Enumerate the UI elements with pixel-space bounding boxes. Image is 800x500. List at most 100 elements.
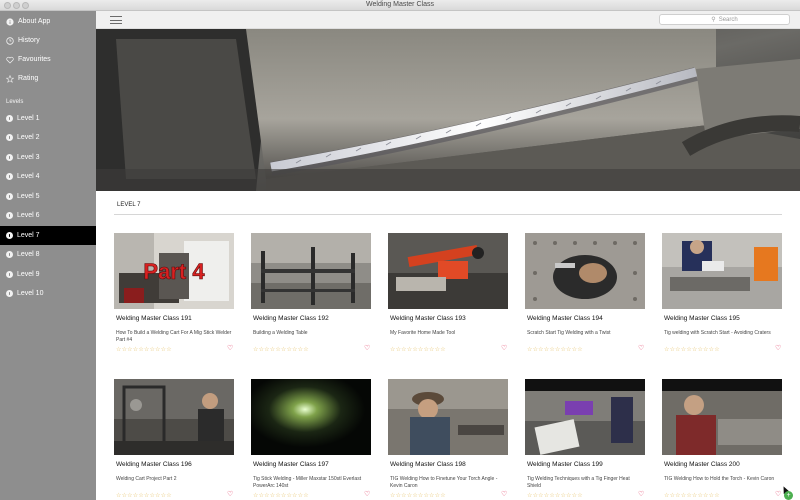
video-thumbnail[interactable] <box>662 233 782 309</box>
sidebar-item-label: Level 1 <box>17 115 40 122</box>
video-thumbnail[interactable] <box>251 233 371 309</box>
rating-stars[interactable]: ☆☆☆☆☆☆☆☆☆☆ <box>116 346 172 353</box>
rating-stars[interactable]: ☆☆☆☆☆☆☆☆☆☆ <box>116 492 172 499</box>
sidebar-item-label: Level 3 <box>17 154 40 161</box>
video-thumbnail[interactable]: Part 4 <box>114 233 234 309</box>
sidebar-item-level-2[interactable]: Level 2 <box>0 128 96 147</box>
sidebar-item-level-6[interactable]: Level 6 <box>0 206 96 225</box>
sidebar-item-label: Rating <box>18 75 39 82</box>
video-thumbnail[interactable] <box>251 379 371 455</box>
rating-stars[interactable]: ☆☆☆☆☆☆☆☆☆☆ <box>253 492 309 499</box>
card-description: Scratch Start Tig Welding with a Twist <box>527 330 611 336</box>
favourite-heart-icon[interactable]: ♡ <box>775 490 781 498</box>
sidebar: About App History Favourites Rating Leve… <box>0 11 96 500</box>
favourite-heart-icon[interactable]: ♡ <box>364 344 370 352</box>
card-title: Welding Master Class 198 <box>390 461 466 468</box>
sidebar-item-rating[interactable]: Rating <box>0 69 96 88</box>
card-title: Welding Master Class 197 <box>253 461 329 468</box>
hero-banner-image <box>96 29 800 191</box>
video-thumbnail[interactable] <box>525 233 645 309</box>
toolbar: ⚲ Search <box>96 11 800 29</box>
section-title: LEVEL 7 <box>117 202 141 208</box>
rating-stars[interactable]: ☆☆☆☆☆☆☆☆☆☆ <box>664 492 720 499</box>
level-icon <box>6 173 13 180</box>
sidebar-item-level-4[interactable]: Level 4 <box>0 167 96 186</box>
video-thumbnail[interactable] <box>388 233 508 309</box>
card-title: Welding Master Class 200 <box>664 461 740 468</box>
level-icon <box>6 232 13 239</box>
rating-stars[interactable]: ☆☆☆☆☆☆☆☆☆☆ <box>527 492 583 499</box>
card-title: Welding Master Class 191 <box>116 315 192 322</box>
title-bar: Welding Master Class <box>0 0 800 11</box>
sidebar-item-label: Level 5 <box>17 193 40 200</box>
card-description: Welding Cart Project Part 2 <box>116 476 177 482</box>
hamburger-menu-icon[interactable] <box>110 16 122 24</box>
rating-stars[interactable]: ☆☆☆☆☆☆☆☆☆☆ <box>527 346 583 353</box>
favourite-heart-icon[interactable]: ♡ <box>638 344 644 352</box>
search-input[interactable]: ⚲ Search <box>659 14 790 25</box>
card-title: Welding Master Class 196 <box>116 461 192 468</box>
video-thumbnail[interactable] <box>662 379 782 455</box>
rating-stars[interactable]: ☆☆☆☆☆☆☆☆☆☆ <box>390 346 446 353</box>
sidebar-item-label: History <box>18 37 40 44</box>
level-icon <box>6 154 13 161</box>
favourite-heart-icon[interactable]: ♡ <box>638 490 644 498</box>
sidebar-item-level-10[interactable]: Level 10 <box>0 284 96 303</box>
rating-stars[interactable]: ☆☆☆☆☆☆☆☆☆☆ <box>664 346 720 353</box>
sidebar-item-level-3[interactable]: Level 3 <box>0 148 96 167</box>
sidebar-item-level-5[interactable]: Level 5 <box>0 187 96 206</box>
add-plus-icon: + <box>784 491 793 500</box>
sidebar-item-level-7[interactable]: Level 7 <box>0 226 96 245</box>
sidebar-item-favourites[interactable]: Favourites <box>0 50 96 69</box>
favourite-heart-icon[interactable]: ♡ <box>227 490 233 498</box>
card-title: Welding Master Class 193 <box>390 315 466 322</box>
sidebar-item-level-1[interactable]: Level 1 <box>0 109 96 128</box>
level-icon <box>6 193 13 200</box>
search-icon: ⚲ <box>711 17 716 23</box>
sidebar-item-label: Level 2 <box>17 134 40 141</box>
rating-stars[interactable]: ☆☆☆☆☆☆☆☆☆☆ <box>390 492 446 499</box>
heart-outline-icon <box>6 56 14 64</box>
level-icon <box>6 134 13 141</box>
sidebar-item-history[interactable]: History <box>0 31 96 50</box>
app-window: Welding Master Class About App History F… <box>0 0 800 500</box>
card-description: Tig Welding Techniques with a Tig Finger… <box>527 476 630 489</box>
sidebar-item-about-app[interactable]: About App <box>0 12 96 31</box>
card-title: Welding Master Class 195 <box>664 315 740 322</box>
card-description: TIG Welding How to Finetune Your Torch A… <box>390 476 498 489</box>
favourite-heart-icon[interactable]: ♡ <box>501 344 507 352</box>
sidebar-item-label: Level 8 <box>17 251 40 258</box>
window-title: Welding Master Class <box>366 1 434 8</box>
sidebar-item-label: Level 4 <box>17 173 40 180</box>
card-description: TIG Welding How to Hold the Torch - Kevi… <box>664 476 775 482</box>
clock-icon <box>6 36 14 45</box>
card-description: How To Build a Welding Cart For A Mig St… <box>116 330 232 343</box>
favourite-heart-icon[interactable]: ♡ <box>501 490 507 498</box>
sidebar-item-label: Level 9 <box>17 271 40 278</box>
sidebar-item-label: Level 7 <box>17 232 40 239</box>
sidebar-item-label: Level 10 <box>17 290 44 297</box>
favourite-heart-icon[interactable]: ♡ <box>775 344 781 352</box>
card-description: My Favorite Home Made Tool <box>390 330 456 336</box>
card-title: Welding Master Class 192 <box>253 315 329 322</box>
search-placeholder: Search <box>718 16 738 23</box>
card-title: Welding Master Class 194 <box>527 315 603 322</box>
sidebar-item-level-9[interactable]: Level 9 <box>0 265 96 284</box>
level-icon <box>6 271 13 278</box>
star-outline-icon <box>6 74 14 83</box>
video-thumbnail[interactable] <box>388 379 508 455</box>
sidebar-item-label: Favourites <box>18 56 51 63</box>
level-icon <box>6 212 13 219</box>
level-icon <box>6 251 13 258</box>
video-thumbnail[interactable] <box>525 379 645 455</box>
favourite-heart-icon[interactable]: ♡ <box>364 490 370 498</box>
video-thumbnail[interactable] <box>114 379 234 455</box>
favourite-heart-icon[interactable]: ♡ <box>227 344 233 352</box>
card-description: Tig Stick Welding - Miller Maxstar 150st… <box>253 476 362 489</box>
sidebar-item-level-8[interactable]: Level 8 <box>0 245 96 264</box>
level-icon <box>6 290 13 297</box>
card-description: Building a Welding Table <box>253 330 308 336</box>
levels-section-label: Levels <box>6 99 24 105</box>
rating-stars[interactable]: ☆☆☆☆☆☆☆☆☆☆ <box>253 346 309 353</box>
sidebar-item-label: About App <box>18 18 51 25</box>
